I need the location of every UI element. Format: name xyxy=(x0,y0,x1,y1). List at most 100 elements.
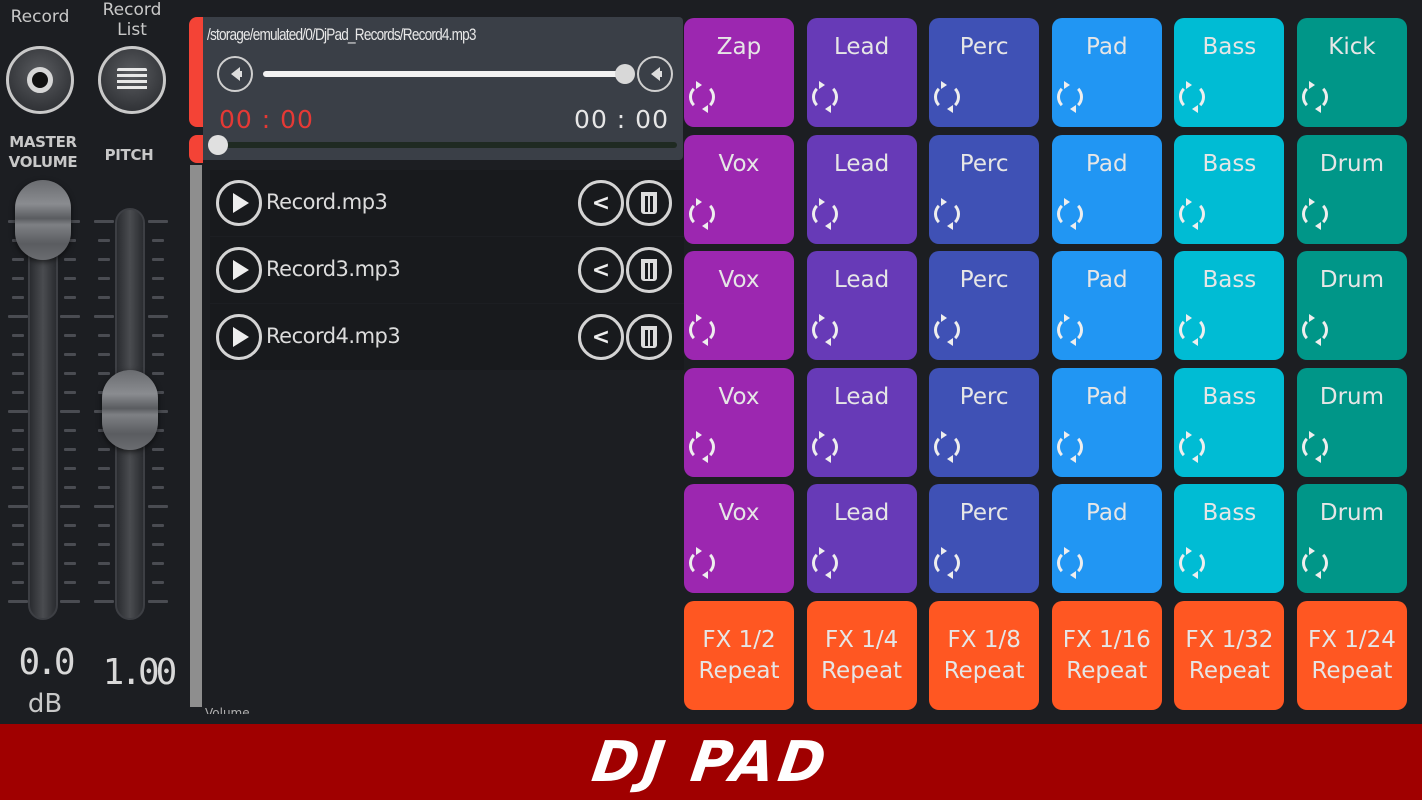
share-button[interactable]: < xyxy=(578,247,624,293)
pad-lead[interactable]: Lead xyxy=(806,134,917,244)
pad-bass[interactable]: Bass xyxy=(1174,18,1285,127)
pad-drum[interactable]: Drum xyxy=(1296,367,1407,477)
fx-repeat-pad[interactable]: FX 1/8 Repeat xyxy=(929,600,1040,710)
pad-bass[interactable]: Bass xyxy=(1174,484,1285,593)
pad-pad[interactable]: Pad xyxy=(1051,18,1162,127)
fx-repeat-pad[interactable]: FX 1/32 Repeat xyxy=(1174,600,1285,710)
pad-vox[interactable]: Vox xyxy=(684,367,794,477)
pad-drum[interactable]: Drum xyxy=(1296,134,1407,244)
loop-icon[interactable] xyxy=(1301,81,1328,113)
loop-icon[interactable] xyxy=(811,314,838,346)
loop-icon[interactable] xyxy=(1056,430,1083,463)
loop-icon[interactable] xyxy=(689,314,715,346)
loop-icon[interactable] xyxy=(1056,197,1083,230)
records-scrollbar[interactable] xyxy=(190,165,202,707)
pad-pad[interactable]: Pad xyxy=(1051,484,1162,593)
loop-icon[interactable] xyxy=(934,314,961,346)
loop-icon[interactable] xyxy=(1301,197,1328,230)
share-button[interactable]: < xyxy=(578,314,624,360)
pad-perc[interactable]: Perc xyxy=(929,484,1040,593)
fx-repeat-pad[interactable]: FX 1/4 Repeat xyxy=(806,600,917,710)
loop-icon[interactable] xyxy=(689,547,715,579)
fx-repeat-pad[interactable]: FX 1/24 Repeat xyxy=(1296,600,1407,710)
master-volume-fader[interactable] xyxy=(0,180,86,625)
pad-drum[interactable]: Drum xyxy=(1296,251,1407,360)
player-volume-thumb[interactable] xyxy=(615,64,635,84)
play-button[interactable] xyxy=(216,314,262,360)
fader-tick xyxy=(64,334,76,337)
loop-icon[interactable] xyxy=(689,197,715,230)
volume-up-button[interactable] xyxy=(637,56,673,92)
record-button[interactable] xyxy=(6,46,74,114)
master-volume-knob[interactable] xyxy=(15,180,71,260)
loop-icon[interactable] xyxy=(811,430,838,463)
pad-perc[interactable]: Perc xyxy=(929,367,1040,477)
pad-label: Vox xyxy=(718,150,760,177)
pad-lead[interactable]: Lead xyxy=(806,484,917,593)
pad-pad[interactable]: Pad xyxy=(1051,251,1162,360)
loop-icon[interactable] xyxy=(1179,314,1206,346)
fader-tick xyxy=(60,600,80,603)
pad-perc[interactable]: Perc xyxy=(929,134,1040,244)
pad-lead[interactable]: Lead xyxy=(806,18,917,127)
loop-icon[interactable] xyxy=(934,547,961,579)
loop-icon[interactable] xyxy=(1056,81,1083,113)
pitch-fader[interactable] xyxy=(90,180,170,625)
pad-vox[interactable]: Vox xyxy=(684,251,794,360)
pad-bass[interactable]: Bass xyxy=(1174,134,1285,244)
record-item[interactable]: Record3.mp3 < xyxy=(210,237,684,303)
loop-icon[interactable] xyxy=(1301,314,1328,346)
fader-tick xyxy=(152,258,164,261)
loop-icon[interactable] xyxy=(934,81,961,113)
loop-icon[interactable] xyxy=(934,430,961,463)
loop-icon[interactable] xyxy=(1056,547,1083,579)
pitch-knob[interactable] xyxy=(102,370,158,450)
seek-bar[interactable] xyxy=(217,142,677,148)
pad-kick[interactable]: Kick xyxy=(1296,18,1407,127)
play-button[interactable] xyxy=(216,247,262,293)
loop-icon[interactable] xyxy=(811,81,838,113)
pad-lead[interactable]: Lead xyxy=(806,367,917,477)
master-volume-track[interactable] xyxy=(28,220,58,620)
player-volume-slider[interactable] xyxy=(263,71,625,77)
record-item[interactable]: Record.mp3 < xyxy=(210,170,684,236)
pad-bass[interactable]: Bass xyxy=(1174,367,1285,477)
volume-label: Volume xyxy=(205,706,250,714)
record-name[interactable]: Record4.mp3 xyxy=(266,324,401,348)
fx-repeat-pad[interactable]: FX 1/2 Repeat xyxy=(684,600,794,710)
loop-icon[interactable] xyxy=(689,81,715,113)
loop-icon[interactable] xyxy=(1179,547,1206,579)
pad-pad[interactable]: Pad xyxy=(1051,134,1162,244)
loop-icon[interactable] xyxy=(811,547,838,579)
pad-drum[interactable]: Drum xyxy=(1296,484,1407,593)
pad-zap[interactable]: Zap xyxy=(684,18,794,127)
record-list-button[interactable] xyxy=(98,46,166,114)
delete-button[interactable] xyxy=(626,180,672,226)
delete-button[interactable] xyxy=(626,314,672,360)
pad-perc[interactable]: Perc xyxy=(929,18,1040,127)
loop-icon[interactable] xyxy=(811,197,838,230)
loop-icon[interactable] xyxy=(934,197,961,230)
loop-icon[interactable] xyxy=(689,430,715,463)
record-name[interactable]: Record.mp3 xyxy=(266,190,388,214)
pad-pad[interactable]: Pad xyxy=(1051,367,1162,477)
record-item[interactable]: Record4.mp3 < xyxy=(210,304,684,370)
share-button[interactable]: < xyxy=(578,180,624,226)
loop-icon[interactable] xyxy=(1179,81,1206,113)
pad-vox[interactable]: Vox xyxy=(684,134,794,244)
loop-icon[interactable] xyxy=(1179,197,1206,230)
pad-bass[interactable]: Bass xyxy=(1174,251,1285,360)
play-button[interactable] xyxy=(216,180,262,226)
seek-thumb[interactable] xyxy=(208,135,228,155)
loop-icon[interactable] xyxy=(1179,430,1206,463)
loop-icon[interactable] xyxy=(1056,314,1083,346)
loop-icon[interactable] xyxy=(1301,547,1328,579)
loop-icon[interactable] xyxy=(1301,430,1328,463)
delete-button[interactable] xyxy=(626,247,672,293)
record-name[interactable]: Record3.mp3 xyxy=(266,257,401,281)
pad-vox[interactable]: Vox xyxy=(684,484,794,593)
fx-repeat-pad[interactable]: FX 1/16 Repeat xyxy=(1051,600,1162,710)
volume-down-button[interactable] xyxy=(217,56,253,92)
pad-lead[interactable]: Lead xyxy=(806,251,917,360)
pad-perc[interactable]: Perc xyxy=(929,251,1040,360)
